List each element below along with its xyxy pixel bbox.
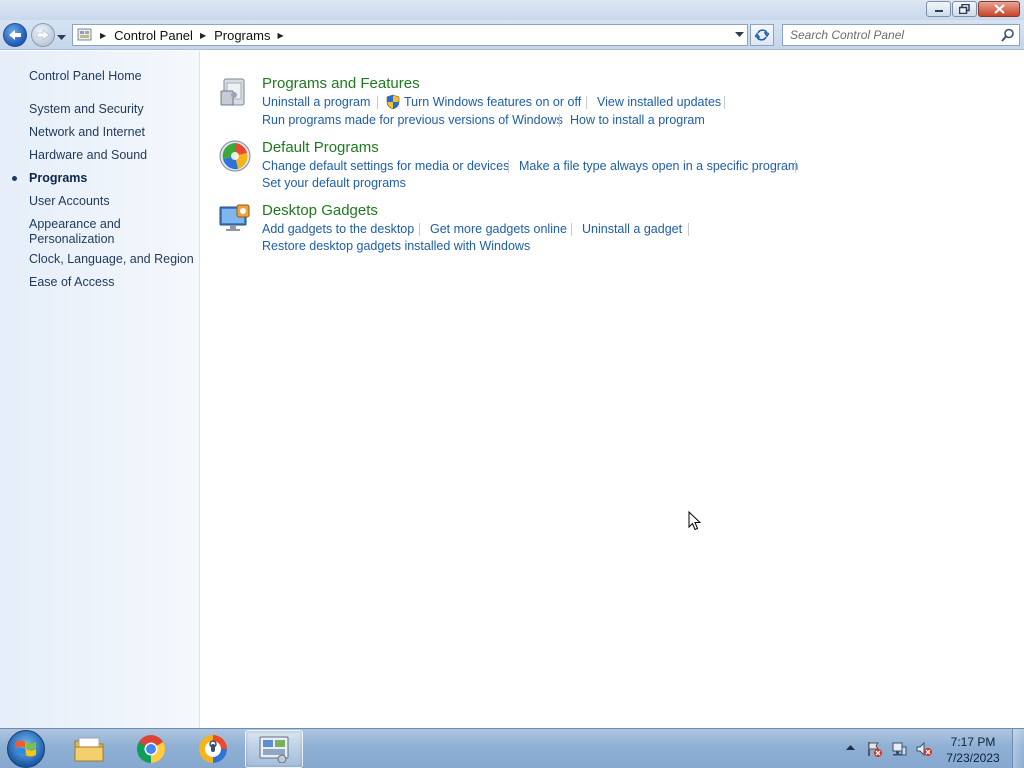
uac-shield-icon: [386, 94, 400, 110]
chrome-icon: [137, 735, 165, 763]
search-input[interactable]: [783, 25, 993, 45]
sidebar-item-clock-language-region[interactable]: Clock, Language, and Region: [29, 252, 194, 267]
window-controls: [926, 1, 1020, 17]
uninstall-program-link[interactable]: Uninstall a program: [262, 95, 370, 110]
app-icon: [199, 735, 227, 763]
taskbar-app[interactable]: [184, 730, 242, 768]
show-hidden-icons-icon[interactable]: [846, 744, 855, 750]
navigation-bar: ▶ Control Panel ▶ Programs ▶: [0, 20, 1024, 50]
breadcrumb-separator-icon[interactable]: ▶: [200, 31, 206, 40]
task-separator: [586, 96, 587, 109]
task-separator: [724, 96, 725, 109]
minimize-button[interactable]: [926, 1, 951, 17]
search-box: [782, 24, 1020, 46]
back-button[interactable]: [3, 23, 27, 47]
taskbar: 7:17 PM 7/23/2023: [0, 728, 1024, 768]
breadcrumb-programs[interactable]: Programs: [214, 28, 270, 43]
turn-windows-features-link[interactable]: Turn Windows features on or off: [404, 95, 581, 110]
mouse-cursor-icon: [688, 511, 702, 531]
task-separator: [688, 223, 689, 236]
start-button[interactable]: [7, 730, 45, 768]
set-default-programs-link[interactable]: Set your default programs: [262, 176, 406, 191]
clock-date: 7/23/2023: [946, 751, 1000, 765]
get-more-gadgets-link[interactable]: Get more gadgets online: [430, 222, 567, 237]
action-center-flag-icon[interactable]: [866, 741, 882, 757]
sidebar-item-user-accounts[interactable]: User Accounts: [29, 194, 194, 209]
how-to-install-link[interactable]: How to install a program: [570, 113, 705, 128]
default-programs-title[interactable]: Default Programs: [262, 139, 379, 157]
task-separator: [508, 160, 509, 173]
breadcrumb-separator-icon[interactable]: ▶: [277, 31, 283, 40]
close-button[interactable]: [978, 1, 1020, 17]
windows-logo-icon: [16, 740, 36, 757]
title-bar: [0, 0, 1024, 20]
uninstall-gadget-link[interactable]: Uninstall a gadget: [582, 222, 682, 237]
sidebar-item-hardware-and-sound[interactable]: Hardware and Sound: [29, 148, 194, 163]
sidebar-item-programs[interactable]: Programs: [29, 171, 194, 186]
minimize-icon: [934, 10, 943, 12]
task-separator: [419, 223, 420, 236]
task-separator: [559, 114, 560, 127]
restore-gadgets-link[interactable]: Restore desktop gadgets installed with W…: [262, 239, 530, 254]
show-desktop-button[interactable]: [1012, 729, 1024, 768]
refresh-button[interactable]: [750, 24, 774, 46]
desktop-gadgets-title[interactable]: Desktop Gadgets: [262, 202, 378, 220]
sidebar-item-system-and-security[interactable]: System and Security: [29, 102, 194, 117]
forward-button[interactable]: [31, 23, 55, 47]
address-bar[interactable]: ▶ Control Panel ▶ Programs ▶: [72, 24, 748, 46]
sidebar-item-control-panel-home[interactable]: Control Panel Home: [29, 69, 194, 84]
default-programs-icon[interactable]: [218, 139, 252, 173]
chevron-down-icon: [57, 35, 66, 40]
sidebar-item-ease-of-access[interactable]: Ease of Access: [29, 275, 194, 290]
task-separator: [377, 96, 378, 109]
refresh-icon: [755, 29, 769, 41]
back-arrow-icon: [9, 30, 21, 40]
clock[interactable]: 7:17 PM 7/23/2023: [940, 734, 1006, 766]
task-separator: [795, 160, 796, 173]
taskbar-chrome[interactable]: [122, 730, 180, 768]
run-older-programs-link[interactable]: Run programs made for previous versions …: [262, 113, 563, 128]
active-item-bullet-icon: [12, 176, 17, 181]
breadcrumb-control-panel[interactable]: Control Panel: [114, 28, 193, 43]
recent-pages-button[interactable]: [57, 30, 66, 44]
programs-features-icon[interactable]: [218, 75, 252, 109]
task-separator: [571, 223, 572, 236]
file-type-association-link[interactable]: Make a file type always open in a specif…: [519, 159, 798, 174]
search-icon[interactable]: [1001, 28, 1015, 42]
address-dropdown-icon[interactable]: [735, 32, 744, 38]
network-icon[interactable]: [891, 741, 907, 757]
clock-time: 7:17 PM: [950, 735, 996, 749]
desktop-gadgets-icon[interactable]: [218, 202, 252, 236]
add-gadgets-link[interactable]: Add gadgets to the desktop: [262, 222, 414, 237]
control-panel-icon: [259, 736, 289, 763]
forward-arrow-icon: [36, 29, 50, 41]
view-installed-updates-link[interactable]: View installed updates: [597, 95, 721, 110]
change-default-media-settings-link[interactable]: Change default settings for media or dev…: [262, 159, 509, 174]
programs-and-features-title[interactable]: Programs and Features: [262, 75, 420, 93]
sidebar-item-network-and-internet[interactable]: Network and Internet: [29, 125, 194, 140]
taskbar-file-explorer[interactable]: [60, 730, 118, 768]
sidebar-item-appearance-and-personalization[interactable]: Appearance and Personalization: [29, 217, 129, 247]
file-explorer-icon: [74, 737, 104, 762]
volume-muted-icon[interactable]: [916, 741, 932, 757]
restore-button[interactable]: [952, 1, 977, 17]
control-panel-small-icon: [77, 28, 92, 41]
taskbar-control-panel[interactable]: [245, 730, 303, 768]
restore-icon: [959, 4, 970, 14]
close-icon: [993, 4, 1005, 14]
breadcrumb-separator-icon: ▶: [100, 30, 107, 40]
